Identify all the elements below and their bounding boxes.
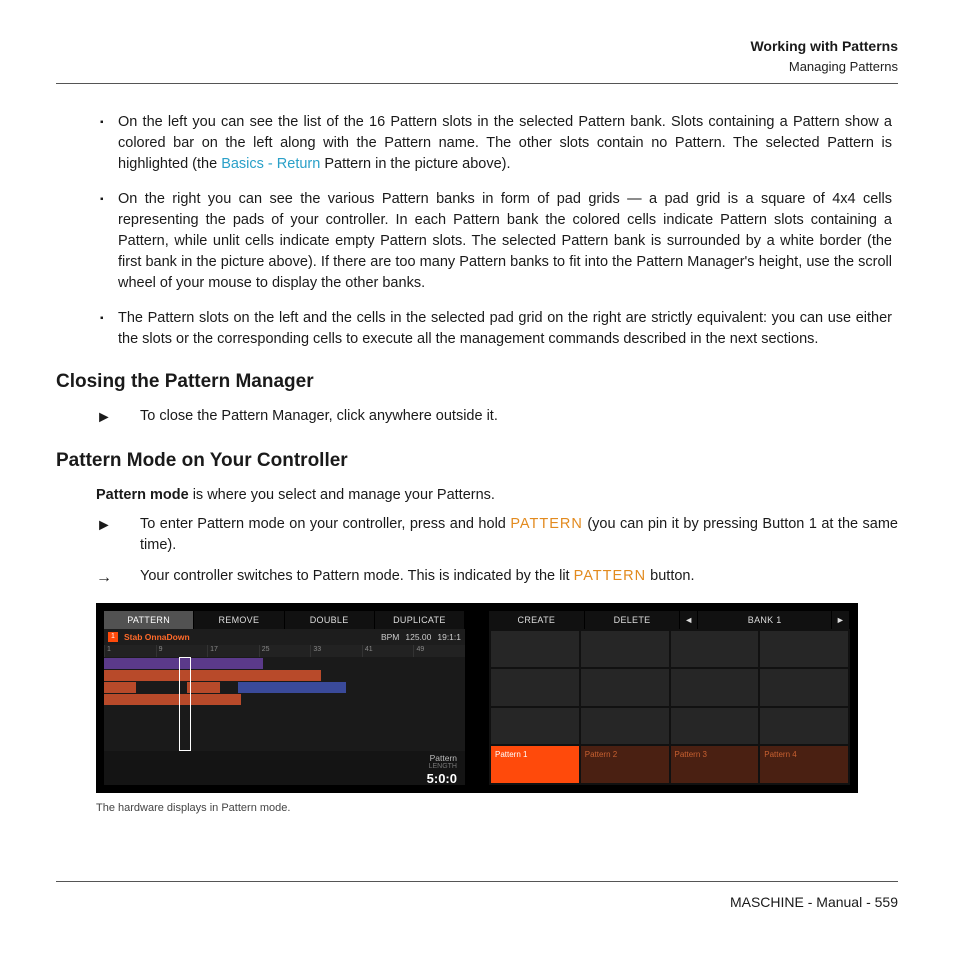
- pattern-label: Pattern: [112, 753, 457, 763]
- keyword-pattern: PATTERN: [574, 568, 647, 584]
- paragraph: Pattern mode is where you select and man…: [96, 485, 898, 506]
- instruction-text: To enter Pattern mode on your controller…: [140, 514, 898, 556]
- pad-cell[interactable]: [581, 631, 669, 668]
- time-value: 19:1:1: [437, 631, 461, 643]
- figure-caption: The hardware displays in Pattern mode.: [96, 801, 858, 817]
- timeline-ruler: 1 9 17 25 33 41 49: [104, 645, 465, 657]
- ruler-tick: 9: [156, 645, 208, 657]
- header-title: Working with Patterns: [56, 36, 898, 56]
- track-area: [104, 657, 465, 751]
- tab-bank[interactable]: BANK 1: [698, 611, 832, 629]
- left-display: PATTERN REMOVE DOUBLE DUPLICATE 1 Stab O…: [104, 611, 465, 785]
- header-subtitle: Managing Patterns: [56, 58, 898, 77]
- pad-cell-pattern4[interactable]: Pattern 4: [760, 746, 848, 783]
- pad-label: Pattern 1: [495, 749, 527, 761]
- bullet-item: On the right you can see the various Pat…: [118, 189, 892, 294]
- length-value: 5:0:0: [112, 771, 457, 787]
- bullet-item: On the left you can see the list of the …: [118, 112, 892, 175]
- tab-double[interactable]: DOUBLE: [285, 611, 375, 629]
- pattern-link[interactable]: Basics - Return: [221, 156, 320, 172]
- bpm-value: 125.00: [405, 631, 431, 643]
- pad-label: Pattern 4: [764, 749, 796, 761]
- instruction-step: ► To enter Pattern mode on your controll…: [96, 514, 898, 556]
- body-text: To enter Pattern mode on your controller…: [140, 516, 510, 532]
- instruction-text: To close the Pattern Manager, click anyw…: [140, 406, 898, 429]
- page-footer: MASCHINE - Manual - 559: [56, 881, 898, 912]
- body-text: Your controller switches to Pattern mode…: [140, 568, 574, 584]
- bank-prev-icon[interactable]: ◄: [680, 611, 698, 629]
- bullet-item: The Pattern slots on the left and the ce…: [118, 308, 892, 350]
- section-heading-mode: Pattern Mode on Your Controller: [56, 447, 898, 475]
- pad-cell[interactable]: [581, 669, 669, 706]
- pad-cell[interactable]: [491, 669, 579, 706]
- pad-grid: Pattern 1 Pattern 2 Pattern 3 Pattern 4: [489, 629, 850, 785]
- pad-cell-pattern1[interactable]: Pattern 1: [491, 746, 579, 783]
- ruler-tick: 1: [104, 645, 156, 657]
- hardware-display-figure: PATTERN REMOVE DOUBLE DUPLICATE 1 Stab O…: [96, 603, 858, 793]
- result-step: → Your controller switches to Pattern mo…: [96, 566, 898, 589]
- length-label: LENGTH: [112, 763, 457, 771]
- playhead-indicator: [179, 657, 191, 751]
- bullet-list: On the left you can see the list of the …: [118, 112, 892, 350]
- body-text: is where you select and manage your Patt…: [189, 487, 495, 503]
- keyword-pattern: PATTERN: [510, 516, 583, 532]
- bottom-info: Pattern LENGTH 5:0:0: [104, 751, 465, 785]
- result-text: Your controller switches to Pattern mode…: [140, 566, 898, 589]
- tab-delete[interactable]: DELETE: [585, 611, 681, 629]
- pad-cell[interactable]: [671, 708, 759, 745]
- pattern-name: Stab OnnaDown: [124, 631, 190, 643]
- pad-label: Pattern 2: [585, 749, 617, 761]
- bank-next-icon[interactable]: ►: [832, 611, 850, 629]
- body-text: button.: [646, 568, 694, 584]
- pattern-info-row: 1 Stab OnnaDown BPM 125.00 19:1:1: [104, 629, 465, 645]
- pad-cell[interactable]: [491, 631, 579, 668]
- pad-cell[interactable]: [671, 631, 759, 668]
- body-text: Pattern in the picture above).: [320, 156, 510, 172]
- page-header: Working with Patterns Managing Patterns: [56, 36, 898, 84]
- tab-pattern[interactable]: PATTERN: [104, 611, 194, 629]
- pad-cell-pattern2[interactable]: Pattern 2: [581, 746, 669, 783]
- pad-cell-pattern3[interactable]: Pattern 3: [671, 746, 759, 783]
- tab-create[interactable]: CREATE: [489, 611, 585, 629]
- bold-text: Pattern mode: [96, 487, 189, 503]
- tab-remove[interactable]: REMOVE: [194, 611, 284, 629]
- left-tab-row: PATTERN REMOVE DOUBLE DUPLICATE: [104, 611, 465, 629]
- ruler-tick: 25: [259, 645, 311, 657]
- ruler-tick: 41: [362, 645, 414, 657]
- pad-cell[interactable]: [671, 669, 759, 706]
- pad-cell[interactable]: [581, 708, 669, 745]
- pattern-number-badge: 1: [108, 632, 118, 642]
- instruction-step: ► To close the Pattern Manager, click an…: [96, 406, 898, 429]
- pad-label: Pattern 3: [675, 749, 707, 761]
- pad-cell[interactable]: [491, 708, 579, 745]
- ruler-tick: 17: [207, 645, 259, 657]
- right-tab-row: CREATE DELETE ◄ BANK 1 ►: [489, 611, 850, 629]
- bpm-label: BPM: [381, 631, 399, 643]
- arrow-right-icon: →: [96, 566, 140, 589]
- ruler-tick: 49: [413, 645, 465, 657]
- ruler-tick: 33: [310, 645, 362, 657]
- right-display: CREATE DELETE ◄ BANK 1 ► Pattern 1 Patte…: [489, 611, 850, 785]
- play-marker-icon: ►: [96, 514, 140, 556]
- section-heading-closing: Closing the Pattern Manager: [56, 368, 898, 396]
- pad-cell[interactable]: [760, 708, 848, 745]
- pad-cell[interactable]: [760, 669, 848, 706]
- tab-duplicate[interactable]: DUPLICATE: [375, 611, 465, 629]
- play-marker-icon: ►: [96, 406, 140, 429]
- pad-cell[interactable]: [760, 631, 848, 668]
